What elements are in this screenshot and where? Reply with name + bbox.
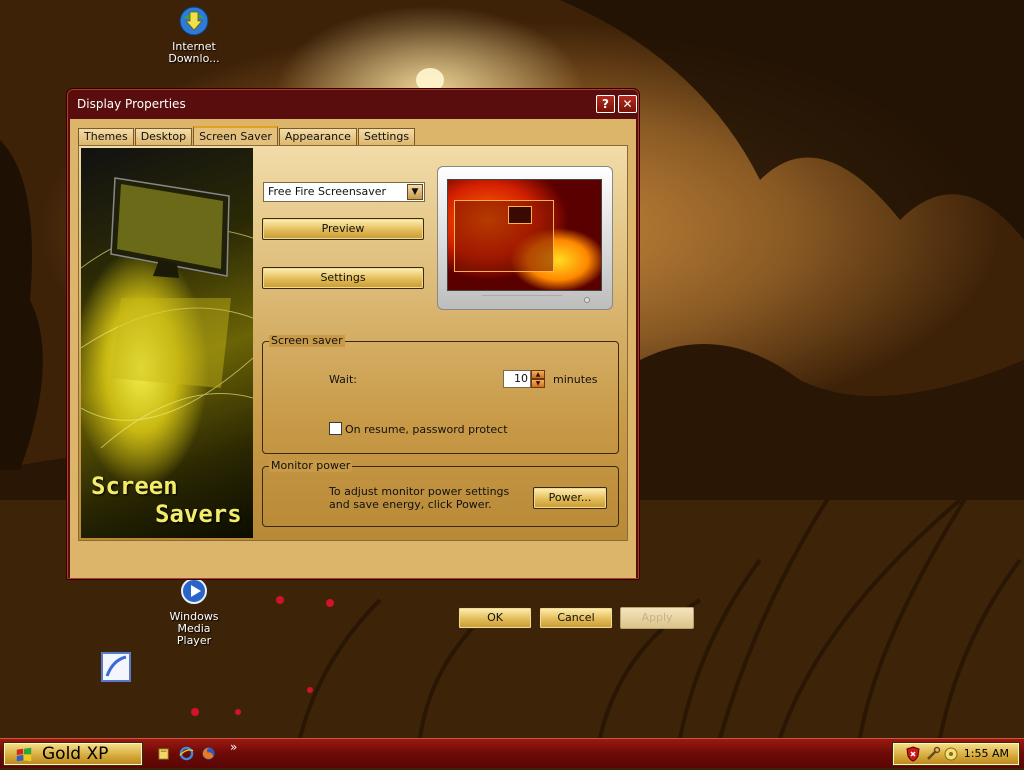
tab-strip: Themes Desktop Screen Saver Appearance S…: [78, 126, 416, 146]
ok-button[interactable]: OK: [458, 607, 532, 629]
desktop-icon-windows-media-player[interactable]: Windows Media Player: [154, 574, 234, 647]
desktop-icon-internet-download[interactable]: Internet Downlo...: [154, 4, 234, 65]
tab-desktop[interactable]: Desktop: [134, 128, 193, 146]
system-tray: 1:55 AM: [892, 742, 1020, 766]
display-properties-window: Display Properties ? ✕ Themes Desktop Sc…: [66, 88, 694, 629]
wait-label: Wait:: [329, 373, 357, 386]
cancel-button[interactable]: Cancel: [539, 607, 613, 629]
monitor-power-group: Monitor power To adjust monitor power se…: [262, 460, 619, 527]
desktop-icon-document[interactable]: [97, 650, 135, 687]
tab-appearance[interactable]: Appearance: [278, 128, 357, 146]
quicklaunch-chevron-icon[interactable]: »: [230, 740, 237, 754]
internet-download-manager-icon: [179, 6, 209, 36]
tab-themes[interactable]: Themes: [78, 128, 134, 146]
start-label: Gold XP: [42, 744, 109, 764]
preview-window-shape: [454, 200, 554, 272]
spin-up-icon[interactable]: ▲: [531, 370, 545, 379]
screensaver-select-value: Free Fire Screensaver: [268, 185, 387, 198]
help-icon: ?: [602, 97, 609, 111]
minutes-label: minutes: [553, 373, 598, 386]
wait-minutes-stepper[interactable]: ▲ ▼: [531, 370, 545, 388]
screen-savers-banner: Screen Savers: [81, 148, 253, 538]
taskbar: Gold XP » 1:55 AM: [0, 738, 1024, 768]
clock[interactable]: 1:55 AM: [964, 747, 1009, 760]
password-protect-checkbox[interactable]: [329, 422, 342, 435]
spin-down-icon[interactable]: ▼: [531, 379, 545, 388]
tools-icon[interactable]: [925, 746, 941, 762]
settings-button[interactable]: Settings: [262, 267, 424, 289]
document-shortcut-icon: [101, 652, 131, 682]
power-led-icon: [584, 297, 590, 303]
folder-icon: [158, 748, 169, 760]
security-shield-icon[interactable]: [905, 746, 921, 762]
screen-saver-group: Screen saver Wait: 10 ▲ ▼ minutes On res…: [262, 335, 619, 454]
monitor-preview: [437, 166, 613, 310]
start-button[interactable]: Gold XP: [3, 742, 143, 766]
preview-window-shape: [508, 206, 532, 224]
screen-saver-panel: Screen Savers Free Fire Screensaver ▼ Pr…: [78, 145, 628, 541]
close-button[interactable]: ✕: [618, 95, 637, 113]
monitor-base: [482, 295, 562, 301]
close-icon: ✕: [622, 97, 633, 111]
tab-screen-saver[interactable]: Screen Saver: [193, 126, 278, 146]
apply-button[interactable]: Apply: [620, 607, 694, 629]
tab-settings[interactable]: Settings: [357, 128, 416, 146]
quicklaunch-internet-explorer[interactable]: [178, 745, 195, 762]
group-title: Monitor power: [269, 459, 353, 472]
preview-screen: [447, 179, 602, 291]
firefox-icon: [202, 747, 215, 760]
help-button[interactable]: ?: [596, 95, 615, 113]
title-bar[interactable]: Display Properties ? ✕: [70, 89, 637, 119]
monitor-power-text: To adjust monitor power settings and sav…: [329, 485, 510, 511]
chevron-down-icon[interactable]: ▼: [407, 184, 423, 200]
power-button[interactable]: Power...: [533, 487, 607, 509]
network-status-icon[interactable]: [943, 746, 959, 762]
window-title: Display Properties: [77, 97, 186, 111]
preview-button[interactable]: Preview: [262, 218, 424, 240]
quicklaunch-show-desktop[interactable]: [156, 745, 173, 762]
desktop-icon-label: Windows Media Player: [169, 610, 219, 647]
internet-explorer-icon: [179, 746, 194, 761]
dialog-client-area: Themes Desktop Screen Saver Appearance S…: [70, 119, 636, 578]
banner-title: Screen Savers: [91, 472, 242, 528]
desktop-icon-label: Internet Downlo...: [168, 40, 220, 65]
quicklaunch-firefox[interactable]: [200, 745, 217, 762]
wait-minutes-input[interactable]: 10: [503, 370, 531, 388]
group-title: Screen saver: [269, 334, 345, 347]
password-protect-label[interactable]: On resume, password protect: [345, 423, 508, 436]
windows-flag-icon: [14, 746, 34, 770]
screensaver-select[interactable]: Free Fire Screensaver ▼: [263, 182, 425, 202]
